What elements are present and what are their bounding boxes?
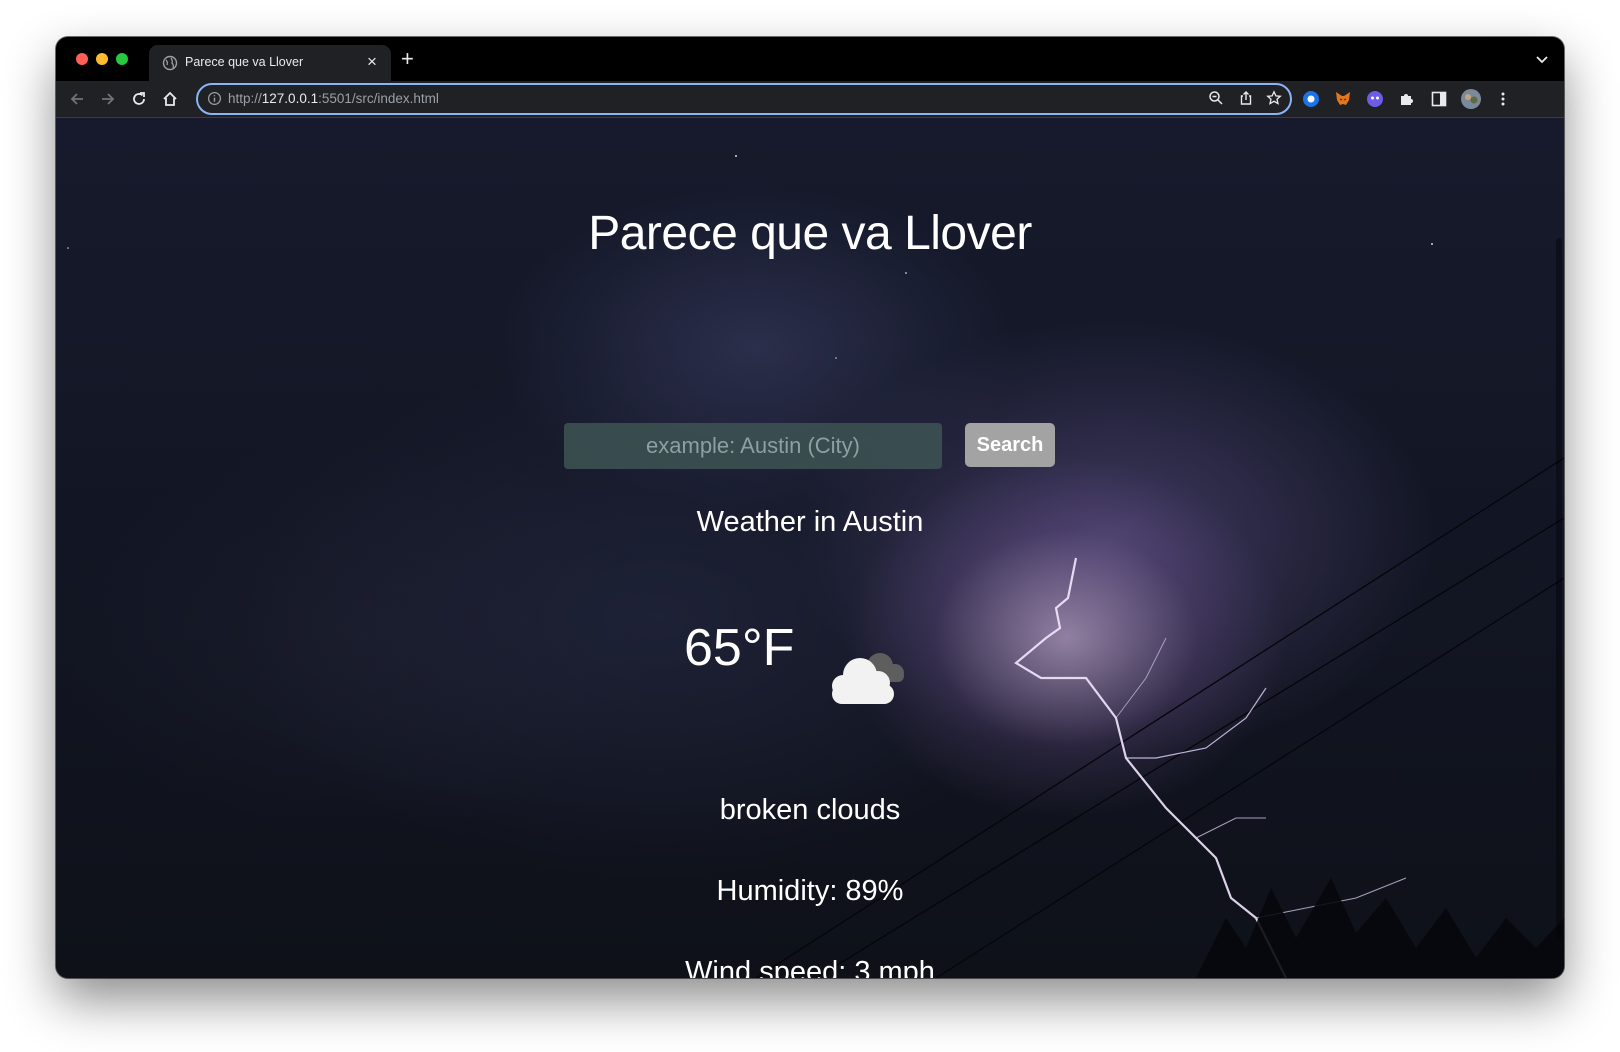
tab-title: Parece que va Llover bbox=[185, 55, 304, 69]
extension-purple-icon[interactable] bbox=[1366, 90, 1384, 108]
broken-clouds-icon bbox=[832, 653, 904, 704]
weather-city-heading: Weather in Austin bbox=[696, 506, 924, 538]
temperature-value: 65°F bbox=[684, 619, 795, 677]
weather-description: broken clouds bbox=[719, 794, 901, 826]
zoom-icon[interactable] bbox=[1208, 90, 1224, 106]
city-search-input[interactable] bbox=[564, 423, 942, 469]
metamask-fox-icon[interactable] bbox=[1334, 90, 1352, 108]
chevron-down-icon[interactable] bbox=[1534, 51, 1550, 67]
reload-icon[interactable] bbox=[130, 90, 148, 108]
forward-arrow-icon[interactable] bbox=[99, 90, 117, 108]
search-button[interactable]: Search bbox=[965, 423, 1055, 467]
page-title: Parece que va Llover bbox=[588, 207, 1032, 260]
new-tab-button[interactable]: + bbox=[401, 47, 414, 71]
globe-icon bbox=[162, 55, 178, 71]
profile-avatar-icon[interactable] bbox=[1460, 88, 1482, 110]
extension-blue-icon[interactable] bbox=[1302, 90, 1320, 108]
site-info-icon[interactable] bbox=[207, 91, 222, 106]
page-scrollbar[interactable] bbox=[1556, 238, 1562, 938]
url-scheme: http:// bbox=[228, 91, 262, 106]
home-icon[interactable] bbox=[161, 90, 179, 108]
back-arrow-icon[interactable] bbox=[68, 90, 86, 108]
tab-strip: Parece que va Llover × + bbox=[56, 37, 1564, 81]
maximize-window-button[interactable] bbox=[116, 53, 128, 65]
side-panel-icon[interactable] bbox=[1430, 90, 1448, 108]
browser-tab[interactable]: Parece que va Llover × bbox=[149, 45, 391, 81]
kebab-menu-icon[interactable] bbox=[1494, 90, 1512, 108]
close-window-button[interactable] bbox=[76, 53, 88, 65]
humidity-readout: Humidity: 89% bbox=[716, 875, 904, 907]
address-bar[interactable]: http://127.0.0.1:5501/src/index.html bbox=[196, 83, 1292, 115]
wind-speed-readout: Wind speed: 3 mph bbox=[685, 956, 935, 978]
puzzle-extensions-icon[interactable] bbox=[1398, 90, 1416, 108]
url-path: :5501/src/index.html bbox=[318, 91, 439, 106]
url-host: 127.0.0.1 bbox=[261, 91, 319, 106]
url-text: http://127.0.0.1:5501/src/index.html bbox=[228, 91, 439, 106]
minimize-window-button[interactable] bbox=[96, 53, 108, 65]
browser-window: Parece que va Llover × + http://127.0.0.… bbox=[56, 37, 1564, 978]
browser-toolbar: http://127.0.0.1:5501/src/index.html bbox=[56, 81, 1564, 118]
page-viewport: Parece que va Llover Search Weather in A… bbox=[56, 118, 1564, 978]
bookmark-star-icon[interactable] bbox=[1266, 90, 1282, 106]
close-tab-icon[interactable]: × bbox=[367, 53, 377, 71]
share-icon[interactable] bbox=[1238, 90, 1254, 106]
